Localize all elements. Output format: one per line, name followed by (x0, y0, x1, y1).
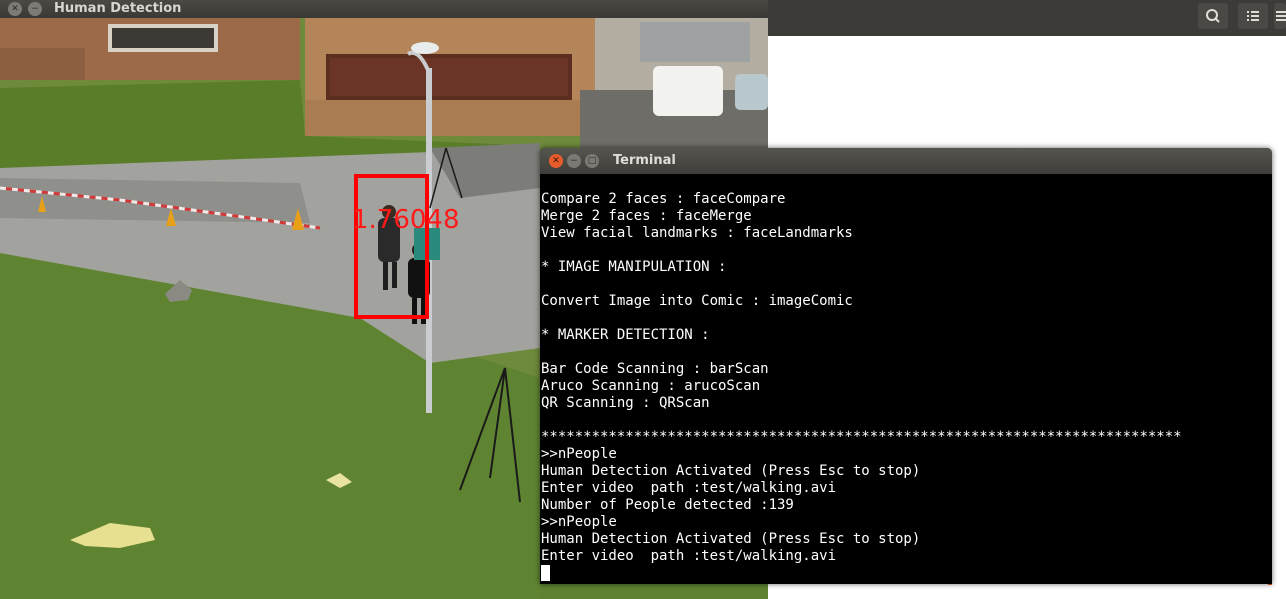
menu-icon (1276, 11, 1286, 21)
terminal-close-button[interactable]: ✕ (549, 154, 563, 168)
terminal-line: Merge 2 faces : faceMerge (541, 208, 752, 224)
terminal-line: ****************************************… (541, 429, 1182, 445)
text-cursor (541, 565, 550, 581)
search-button[interactable] (1198, 3, 1228, 29)
terminal-line: View facial landmarks : faceLandmarks (541, 225, 853, 241)
terminal-line: >>nPeople (541, 514, 617, 530)
terminal-line: Bar Code Scanning : barScan (541, 361, 769, 377)
close-button[interactable]: ✕ (8, 2, 22, 16)
menu-button[interactable] (1274, 3, 1286, 29)
terminal-line: Human Detection Activated (Press Esc to … (541, 531, 921, 547)
terminal-line: * MARKER DETECTION : (541, 327, 710, 343)
close-icon: ✕ (552, 156, 560, 166)
terminal-line: >>nPeople (541, 446, 617, 462)
detection-window-titlebar: ✕ − Human Detection (0, 0, 768, 18)
terminal-titlebar: ✕ − □ Terminal (540, 148, 1272, 174)
terminal-line: Convert Image into Comic : imageComic (541, 293, 853, 309)
minimize-icon: − (31, 4, 39, 14)
car (735, 74, 768, 110)
terminal-line: Number of People detected :139 (541, 497, 794, 513)
minimize-button[interactable]: − (28, 2, 42, 16)
terminal-line: Human Detection Activated (Press Esc to … (541, 463, 921, 479)
terminal-line: Enter video path :test/walking.avi (541, 548, 837, 564)
list-view-button[interactable] (1238, 3, 1268, 29)
minimize-icon: − (570, 156, 578, 166)
white-van (653, 66, 723, 116)
terminal-line: Enter video path :test/walking.avi (541, 480, 837, 496)
detection-box-label: 1.76048 (352, 205, 460, 235)
terminal-output[interactable]: Compare 2 faces : faceCompare Merge 2 fa… (540, 174, 1272, 584)
terminal-maximize-button[interactable]: □ (585, 154, 599, 168)
list-view-icon (1247, 11, 1259, 21)
terminal-window: ✕ − □ Terminal Compare 2 faces : faceCom… (540, 148, 1272, 584)
terminal-line: QR Scanning : QRScan (541, 395, 710, 411)
terminal-line: * IMAGE MANIPULATION : (541, 259, 727, 275)
file-manager-toolbar (768, 0, 1286, 36)
close-icon: ✕ (11, 4, 19, 14)
window-title: Human Detection (54, 1, 182, 16)
terminal-title: Terminal (613, 153, 676, 168)
terminal-line: Aruco Scanning : arucoScan (541, 378, 761, 394)
terminal-prompt-line[interactable] (541, 565, 1272, 582)
maximize-icon: □ (587, 156, 597, 166)
terminal-line: Compare 2 faces : faceCompare (541, 191, 786, 207)
terminal-minimize-button[interactable]: − (567, 154, 581, 168)
search-icon (1206, 9, 1220, 23)
